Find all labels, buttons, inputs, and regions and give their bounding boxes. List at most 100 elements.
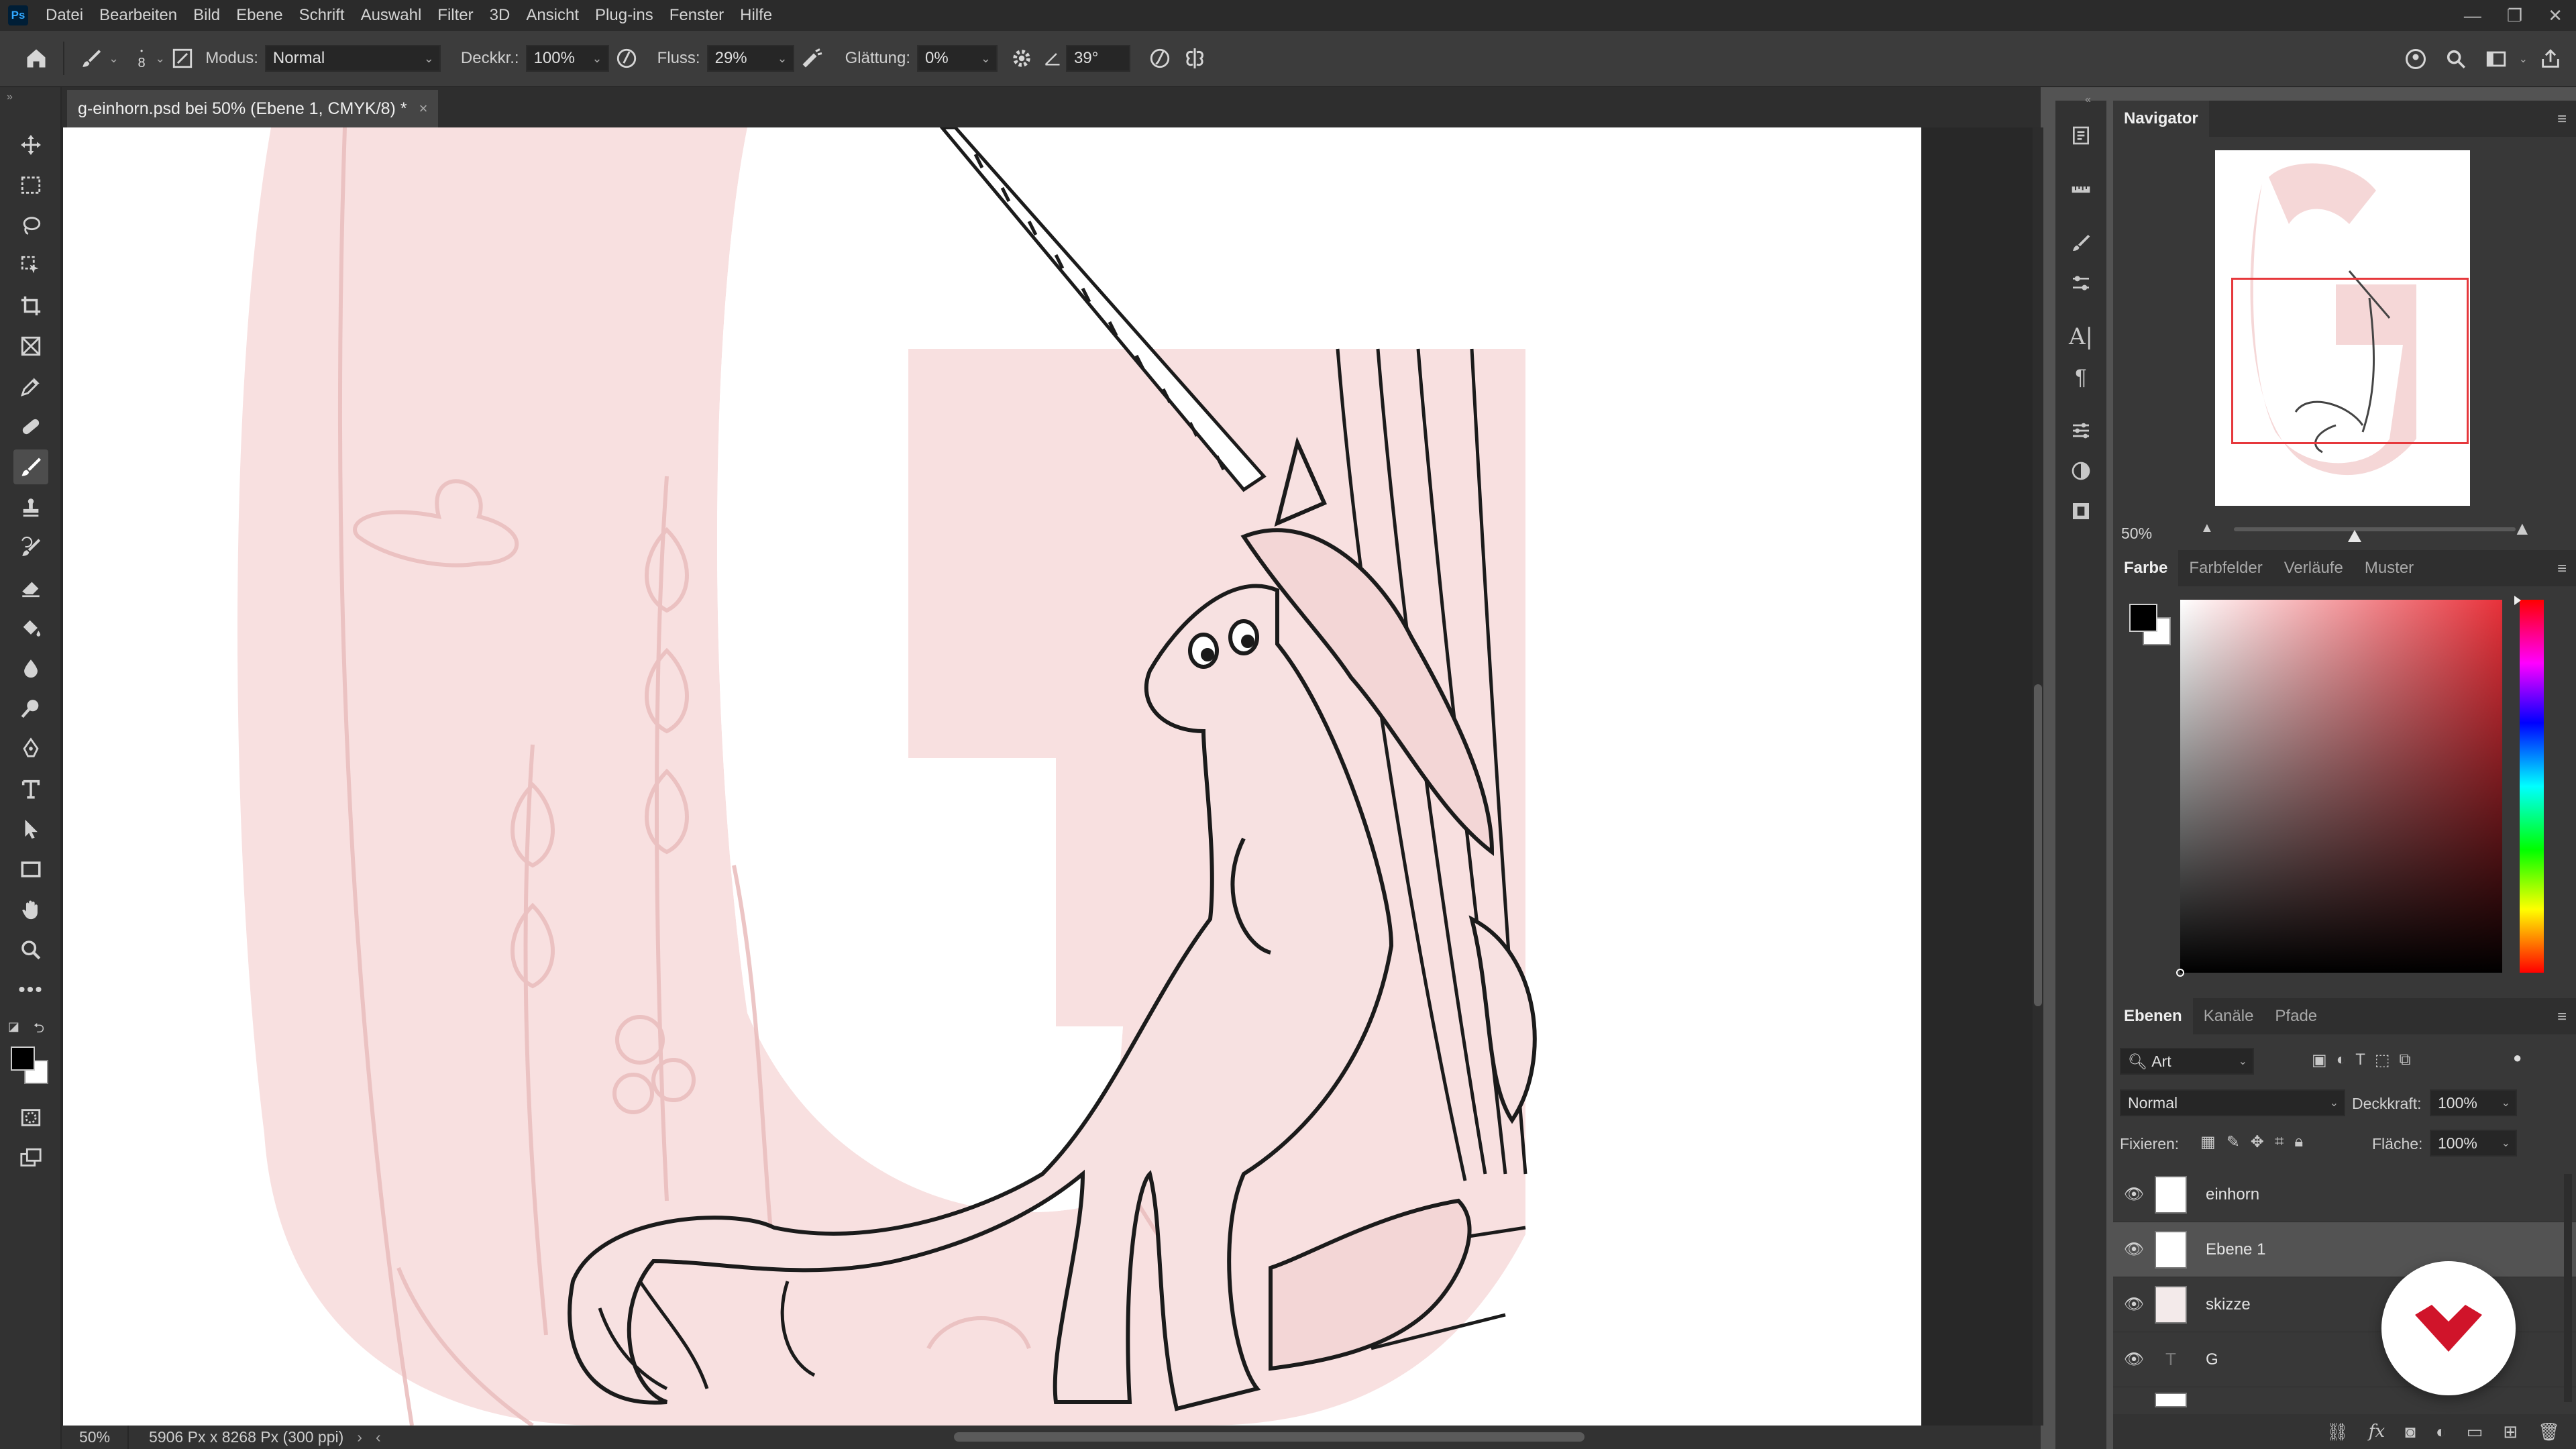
properties-panel-icon[interactable]: [2063, 413, 2098, 448]
libraries-panel-icon[interactable]: [2063, 494, 2098, 529]
lock-transparency-icon[interactable]: ▦: [2200, 1132, 2216, 1152]
filter-adjustment-icon[interactable]: ◐: [2337, 1051, 2347, 1070]
adjustment-layer-icon[interactable]: ◐: [2436, 1421, 2447, 1442]
document-tab[interactable]: g-einhorn.psd bei 50% (Ebene 1, CMYK/8) …: [67, 90, 439, 127]
eraser-tool-icon[interactable]: [13, 570, 48, 605]
hue-marker[interactable]: [2514, 596, 2521, 605]
chevron-down-icon[interactable]: ⌄: [2519, 52, 2528, 66]
move-tool-icon[interactable]: [13, 127, 48, 162]
menu-image[interactable]: Bild: [185, 0, 228, 31]
navigator-zoom-value[interactable]: 50%: [2121, 525, 2152, 543]
zoom-level[interactable]: 50%: [62, 1426, 129, 1449]
panel-menu-icon[interactable]: ≡: [2557, 110, 2567, 129]
visibility-eye-icon[interactable]: 👁︎: [2113, 1185, 2155, 1204]
layer-name[interactable]: skizze: [2206, 1295, 2251, 1314]
flow-field[interactable]: 29% ⌄: [706, 45, 794, 72]
fill-field[interactable]: 100% ⌄: [2430, 1130, 2517, 1157]
layer-opacity-field[interactable]: 100% ⌄: [2430, 1089, 2517, 1116]
stamp-tool-icon[interactable]: [13, 490, 48, 525]
eyedropper-tool-icon[interactable]: [13, 369, 48, 404]
gear-icon[interactable]: [1004, 41, 1039, 76]
lock-position-icon[interactable]: ✥: [2251, 1132, 2264, 1152]
search-icon[interactable]: [2438, 42, 2473, 76]
smoothing-field[interactable]: 0% ⌄: [917, 45, 998, 72]
canvas-area[interactable]: [62, 127, 2041, 1426]
menu-file[interactable]: Datei: [38, 0, 91, 31]
close-icon[interactable]: ✕: [2548, 5, 2563, 26]
close-tab-icon[interactable]: ×: [419, 100, 428, 117]
brush-settings-panel-icon[interactable]: [165, 41, 200, 76]
opacity-field[interactable]: 100% ⌄: [525, 45, 609, 72]
restore-icon[interactable]: ❐: [2507, 5, 2522, 26]
healing-brush-tool-icon[interactable]: [13, 409, 48, 444]
chevron-down-icon[interactable]: ⌄: [155, 52, 165, 66]
tab-farbfelder[interactable]: Farbfelder: [2178, 550, 2273, 586]
path-selection-tool-icon[interactable]: [13, 812, 48, 847]
navigator-zoom-knob[interactable]: [2348, 530, 2361, 542]
object-selection-tool-icon[interactable]: [13, 248, 48, 283]
foreground-color-swatch[interactable]: [11, 1046, 35, 1071]
share-icon[interactable]: [2533, 42, 2568, 76]
panel-menu-icon[interactable]: ≡: [2557, 1008, 2567, 1026]
history-brush-tool-icon[interactable]: [13, 530, 48, 565]
menu-edit[interactable]: Bearbeiten: [91, 0, 185, 31]
hand-tool-icon[interactable]: [13, 892, 48, 927]
filter-smart-object-icon[interactable]: ⧉: [2400, 1051, 2411, 1070]
navigator-zoom-slider[interactable]: [2234, 527, 2516, 531]
link-layers-icon[interactable]: ⛓︎: [2326, 1421, 2349, 1442]
fx-icon[interactable]: fx: [2369, 1421, 2385, 1442]
navigator-view-box[interactable]: [2231, 278, 2469, 444]
history-panel-icon[interactable]: [2063, 118, 2098, 153]
menu-filter[interactable]: Filter: [429, 0, 481, 31]
marquee-tool-icon[interactable]: [13, 168, 48, 203]
tab-navigator[interactable]: Navigator: [2113, 101, 2209, 137]
panel-menu-icon[interactable]: ≡: [2557, 559, 2567, 578]
swap-colors-icon[interactable]: ⮌: [34, 1018, 44, 1041]
airbrush-icon[interactable]: [794, 41, 829, 76]
filter-toggle-icon[interactable]: ●: [2513, 1049, 2522, 1067]
brush-preset-icon[interactable]: [74, 41, 109, 76]
frame-tool-icon[interactable]: [13, 329, 48, 364]
rectangle-tool-icon[interactable]: [13, 852, 48, 887]
pen-tool-icon[interactable]: [13, 731, 48, 766]
tab-pfade[interactable]: Pfade: [2264, 998, 2328, 1034]
blur-tool-icon[interactable]: [13, 651, 48, 686]
layer-name[interactable]: Ebene 1: [2206, 1240, 2265, 1259]
color-picker-field[interactable]: [2176, 600, 2502, 977]
pen-pressure-opacity-icon[interactable]: [609, 41, 644, 76]
hue-slider[interactable]: [2514, 596, 2544, 973]
vertical-scrollbar-thumb[interactable]: [2034, 684, 2042, 1006]
zoom-tool-icon[interactable]: [13, 932, 48, 967]
tab-kanaele[interactable]: Kanäle: [2193, 998, 2265, 1034]
brush-tool-icon[interactable]: [13, 449, 48, 484]
crop-tool-icon[interactable]: [13, 288, 48, 323]
menu-type[interactable]: Schrift: [291, 0, 353, 31]
artboard[interactable]: [63, 127, 1921, 1426]
lock-artboard-icon[interactable]: ⌗: [2275, 1132, 2284, 1152]
layer-row-einhorn[interactable]: 👁︎ einhorn: [2113, 1167, 2576, 1222]
pen-pressure-size-icon[interactable]: [1142, 41, 1177, 76]
collapse-icon[interactable]: »: [7, 91, 13, 103]
menu-plugins[interactable]: Plug-ins: [587, 0, 661, 31]
lock-all-icon[interactable]: 🔒︎: [2294, 1132, 2303, 1152]
delete-layer-icon[interactable]: 🗑︎: [2538, 1421, 2560, 1442]
menu-select[interactable]: Auswahl: [353, 0, 430, 31]
add-mask-icon[interactable]: ◙: [2405, 1421, 2416, 1442]
character-panel-icon[interactable]: A|: [2063, 319, 2098, 354]
lock-pixels-icon[interactable]: ✎: [2226, 1132, 2240, 1152]
tab-muster[interactable]: Muster: [2354, 550, 2424, 586]
mode-select[interactable]: Normal ⌄: [264, 45, 441, 72]
chevron-down-icon[interactable]: ⌄: [109, 52, 119, 66]
layer-filter-select[interactable]: 🔍︎ Art ⌄: [2120, 1048, 2254, 1075]
menu-view[interactable]: Ansicht: [518, 0, 587, 31]
layers-scrollbar[interactable]: [2564, 1174, 2572, 1402]
filter-shape-icon[interactable]: ⬚: [2375, 1051, 2390, 1070]
visibility-eye-icon[interactable]: 👁︎: [2113, 1295, 2155, 1314]
adjustments-panel-icon[interactable]: [2063, 453, 2098, 488]
zoom-out-icon[interactable]: ▲: [2200, 521, 2214, 536]
new-group-icon[interactable]: ▭: [2467, 1421, 2483, 1442]
horizontal-scrollbar-thumb[interactable]: [954, 1432, 1585, 1442]
zoom-in-icon[interactable]: ▲: [2513, 518, 2532, 539]
home-icon[interactable]: [19, 41, 54, 76]
screen-mode-icon[interactable]: [13, 1140, 48, 1175]
